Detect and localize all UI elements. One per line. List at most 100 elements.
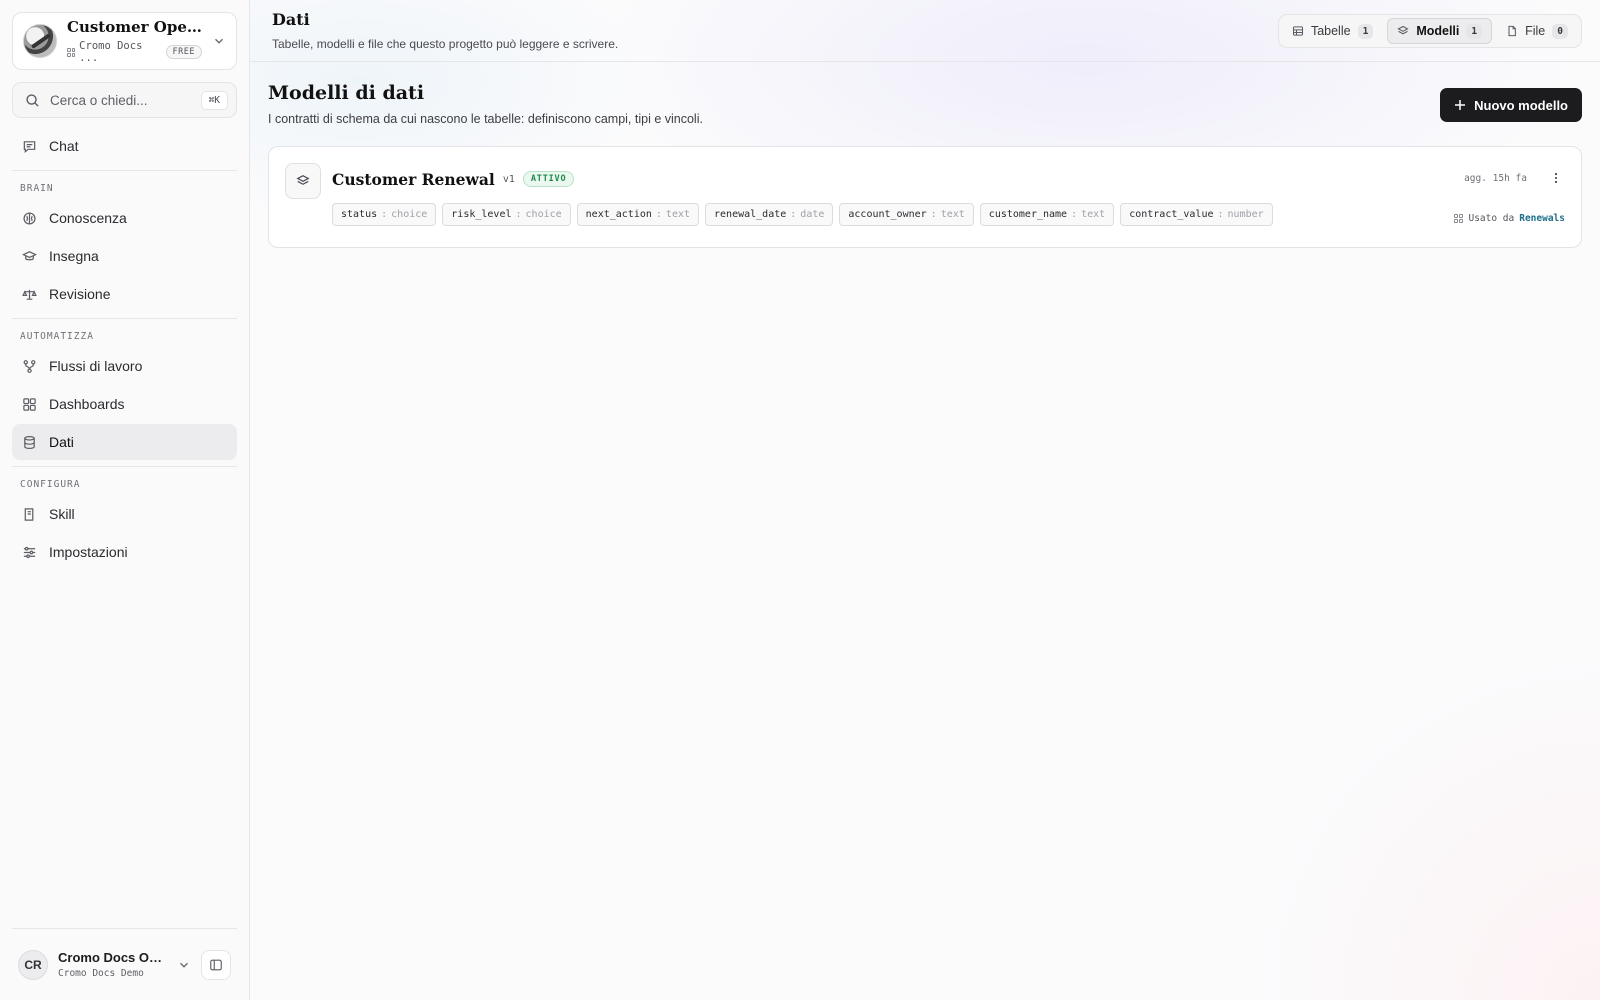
- chevron-down-icon: [215, 38, 223, 44]
- field-chip: status: choice: [332, 203, 437, 226]
- divider: [12, 170, 237, 171]
- plan-badge: FREE: [165, 45, 202, 59]
- sidebar: Customer Operati... Cromo Docs ... FREE …: [0, 0, 250, 1000]
- dashboard-grid-icon: [23, 397, 36, 411]
- sidebar-item-insegna[interactable]: Insegna: [12, 238, 237, 274]
- sidebar-item-label: Chat: [49, 138, 79, 154]
- field-separator: :: [515, 209, 522, 220]
- section-label-configura: CONFIGURA: [20, 479, 81, 490]
- field-separator: :: [381, 209, 388, 220]
- field-type: choice: [525, 209, 562, 220]
- table-icon: [1454, 214, 1464, 223]
- sidebar-item-label: Dashboards: [49, 396, 125, 412]
- sidebar-nav: Chat BRAIN Conoscenza Insegna Revisione …: [12, 128, 237, 572]
- field-type: text: [1081, 209, 1106, 220]
- field-chip: risk_level: choice: [442, 203, 571, 226]
- tab-modelli[interactable]: Modelli 1: [1387, 18, 1493, 44]
- file-icon: [1508, 25, 1517, 37]
- sidebar-item-label: Skill: [49, 506, 75, 522]
- workflow-icon: [23, 359, 36, 373]
- page-subtitle: Tabelle, modelli e file che questo proge…: [272, 37, 619, 51]
- tab-tabelle[interactable]: Tabelle 1: [1282, 18, 1383, 44]
- toggle-sidebar-button[interactable]: [201, 949, 231, 980]
- section-title: Modelli di dati: [268, 82, 425, 104]
- sliders-icon: [23, 546, 36, 558]
- field-separator: :: [1071, 209, 1078, 220]
- workspace-switcher[interactable]: Customer Operati... Cromo Docs ... FREE: [12, 12, 237, 70]
- model-card[interactable]: Customer Renewal v1 ATTIVO agg. 15h fa s…: [268, 146, 1582, 248]
- search-placeholder: Cerca o chiedi...: [50, 92, 148, 108]
- tab-count: 0: [1552, 23, 1568, 39]
- sidebar-item-impostazioni[interactable]: Impostazioni: [12, 534, 237, 570]
- scale-icon: [22, 289, 37, 300]
- sidebar-item-label: Conoscenza: [49, 210, 127, 226]
- more-vertical-icon: [1554, 173, 1558, 183]
- graduation-cap-icon: [22, 250, 37, 260]
- field-type: date: [800, 209, 825, 220]
- sidebar-item-skill[interactable]: Skill: [12, 496, 237, 532]
- field-type: text: [940, 209, 965, 220]
- used-by-link[interactable]: Renewals: [1519, 213, 1565, 224]
- divider: [12, 466, 237, 467]
- database-icon: [24, 435, 35, 449]
- field-name: customer_name: [988, 209, 1068, 220]
- field-name: contract_value: [1129, 209, 1214, 220]
- tab-label: File: [1525, 24, 1546, 38]
- sidebar-item-dati[interactable]: Dati: [12, 424, 237, 460]
- workspace-org: Cromo Docs ...: [79, 40, 143, 64]
- chat-icon: [23, 140, 36, 153]
- status-badge: ATTIVO: [522, 171, 575, 187]
- section-header: Modelli di dati I contratti di schema da…: [250, 62, 1600, 126]
- sidebar-item-label: Dati: [49, 434, 74, 450]
- field-name: renewal_date: [714, 209, 787, 220]
- tab-file[interactable]: File 0: [1496, 18, 1578, 44]
- field-chip: account_owner: text: [839, 203, 974, 226]
- sidebar-item-label: Impostazioni: [49, 544, 128, 560]
- field-name: status: [341, 209, 378, 220]
- chevron-down-icon[interactable]: [177, 958, 191, 972]
- new-model-button[interactable]: Nuovo modello: [1440, 88, 1582, 122]
- plus-icon: [1455, 100, 1466, 110]
- field-chip: contract_value: number: [1120, 203, 1273, 226]
- field-chip: renewal_date: date: [705, 203, 834, 226]
- sidebar-item-label: Revisione: [49, 286, 111, 302]
- sidebar-item-dashboards[interactable]: Dashboards: [12, 386, 237, 422]
- sidebar-item-flussi[interactable]: Flussi di lavoro: [12, 348, 237, 384]
- tab-label: Modelli: [1416, 24, 1460, 38]
- book-icon: [24, 507, 34, 521]
- page-title: Dati: [272, 10, 310, 29]
- sidebar-item-conoscenza[interactable]: Conoscenza: [12, 200, 237, 236]
- field-separator: :: [655, 209, 662, 220]
- org-grid-icon: [67, 47, 76, 57]
- sidebar-item-chat[interactable]: Chat: [12, 128, 237, 164]
- new-model-label: Nuovo modello: [1474, 97, 1568, 113]
- model-updated: agg. 15h fa: [1464, 172, 1527, 184]
- model-fields: status: choice risk_level: choice next_act…: [332, 203, 1565, 226]
- field-separator: :: [1217, 209, 1224, 220]
- sidebar-item-label: Flussi di lavoro: [49, 358, 143, 374]
- sidebar-item-revisione[interactable]: Revisione: [12, 276, 237, 312]
- tabs: Tabelle 1 Modelli 1 File 0: [1277, 14, 1582, 48]
- main-content: Dati Tabelle, modelli e file che questo …: [250, 0, 1600, 1000]
- field-name: next_action: [585, 209, 652, 220]
- page-header: Dati Tabelle, modelli e file che questo …: [250, 0, 1600, 62]
- layers-icon: [1397, 25, 1409, 35]
- table-icon: [1292, 26, 1303, 36]
- sidebar-panel-icon: [210, 959, 222, 970]
- section-label-automatizza: AUTOMATIZZA: [20, 331, 94, 342]
- user-name: Cromo Docs Own...: [58, 950, 167, 965]
- field-chip: next_action: text: [576, 203, 700, 226]
- field-type: choice: [391, 209, 428, 220]
- tab-label: Tabelle: [1310, 24, 1351, 38]
- divider: [12, 318, 237, 319]
- field-type: number: [1227, 209, 1264, 220]
- field-separator: :: [930, 209, 937, 220]
- used-by-label: Usato da: [1468, 213, 1515, 224]
- search-input[interactable]: Cerca o chiedi... ⌘K: [12, 82, 237, 118]
- user-menu[interactable]: Cromo Docs Own... Cromo Docs Demo: [58, 950, 167, 979]
- field-name: account_owner: [848, 209, 927, 220]
- more-options-button[interactable]: [1547, 169, 1565, 187]
- search-icon: [26, 93, 39, 107]
- avatar[interactable]: CR: [18, 949, 48, 980]
- field-name: risk_level: [451, 209, 512, 220]
